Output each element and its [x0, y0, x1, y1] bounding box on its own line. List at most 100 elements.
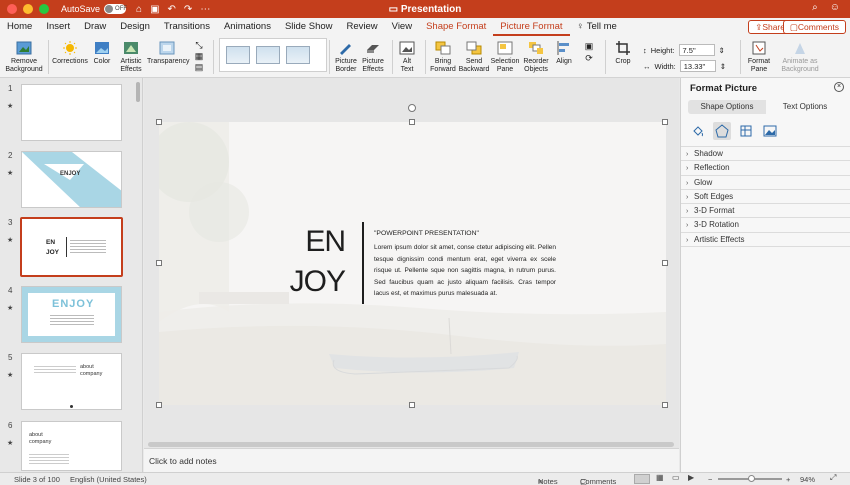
language-indicator[interactable]: English (United States)	[70, 475, 147, 484]
tab-draw[interactable]: Draw	[77, 18, 113, 36]
tab-animations[interactable]: Animations	[217, 18, 278, 36]
section-artistic-effects[interactable]: › Artistic Effects	[681, 233, 850, 248]
slide-4-text-lines	[50, 315, 94, 325]
slide-preview[interactable]: about company	[21, 421, 122, 471]
resize-handle-bottom[interactable]	[409, 402, 415, 408]
format-pane-button[interactable]: Format Pane	[744, 40, 774, 74]
resize-handle-bottom-right[interactable]	[662, 402, 668, 408]
minimize-window-button[interactable]	[23, 4, 33, 14]
current-slide[interactable]: EN JOY "POWERPOINT PRESENTATION" Lorem i…	[159, 122, 666, 405]
slide-preview[interactable]: ENJOY	[21, 286, 122, 343]
slide-body-text[interactable]: Lorem ipsum dolor sit amet, conse ctetur…	[374, 242, 556, 300]
width-input[interactable]: 13.33"	[679, 60, 716, 72]
save-icon[interactable]: ▣	[150, 4, 159, 15]
tab-design[interactable]: Design	[113, 18, 157, 36]
section-reflection[interactable]: › Reflection	[681, 161, 850, 176]
width-stepper[interactable]: ⇕	[720, 62, 726, 71]
align-button[interactable]: Align	[553, 40, 575, 66]
slide-preview[interactable]: ENJOY	[21, 151, 122, 208]
rotate-handle[interactable]	[408, 104, 416, 112]
section-shadow[interactable]: › Shadow	[681, 147, 850, 162]
send-backward-button[interactable]: Send Backward	[458, 40, 490, 74]
zoom-level[interactable]: 94%	[800, 475, 815, 484]
reorder-objects-button[interactable]: Reorder Objects	[520, 40, 552, 74]
zoom-in-button[interactable]: +	[786, 475, 790, 484]
section-3d-rotation[interactable]: › 3-D Rotation	[681, 218, 850, 233]
close-icon[interactable]: ×	[834, 82, 844, 92]
slideshow-view-button[interactable]: ▶	[688, 473, 694, 482]
corrections-button[interactable]: Corrections	[52, 40, 88, 66]
slide-preview-selected[interactable]: EN JOY	[20, 217, 123, 277]
undo-icon[interactable]: ↶	[168, 4, 176, 15]
resize-handle-bottom-left[interactable]	[156, 402, 162, 408]
home-icon[interactable]: ⌂	[136, 4, 142, 15]
resize-handle-top-left[interactable]	[156, 119, 162, 125]
picture-style-3[interactable]	[286, 46, 310, 64]
size-properties-icon[interactable]	[737, 122, 755, 140]
reading-view-button[interactable]: ▭	[672, 473, 680, 482]
horizontal-scrollbar[interactable]	[148, 442, 674, 447]
height-input[interactable]: 7.5"	[678, 44, 715, 56]
transparency-button[interactable]: Transparency	[147, 40, 190, 66]
tab-transitions[interactable]: Transitions	[157, 18, 217, 36]
star-icon: ★	[7, 372, 14, 379]
section-3d-format[interactable]: › 3-D Format	[681, 204, 850, 219]
resize-handle-left[interactable]	[156, 260, 162, 266]
section-soft-edges[interactable]: › Soft Edges	[681, 190, 850, 205]
effects-icon[interactable]	[713, 122, 731, 140]
tab-insert[interactable]: Insert	[39, 18, 77, 36]
remove-background-button[interactable]: Remove Background	[4, 40, 44, 74]
crop-button[interactable]: Crop	[610, 40, 636, 66]
tab-picture-format[interactable]: Picture Format	[493, 18, 570, 36]
tab-shape-options[interactable]: Shape Options	[688, 100, 766, 114]
picture-icon[interactable]	[761, 122, 779, 140]
resize-handle-top[interactable]	[409, 119, 415, 125]
format-pane-label: Format Pane	[747, 58, 771, 73]
slide-6-text-lines	[29, 454, 69, 466]
fill-line-icon[interactable]	[689, 122, 707, 140]
height-stepper[interactable]: ⇕	[719, 46, 725, 55]
bring-forward-button[interactable]: Bring Forward	[428, 40, 458, 74]
animate-as-background-button[interactable]: Animate as Background	[780, 40, 820, 74]
alt-text-button[interactable]: Alt Text	[396, 40, 418, 74]
picture-styles-gallery[interactable]	[219, 38, 327, 72]
compress-pictures-button[interactable]: ⤡ ▦ ▤	[189, 40, 209, 73]
thumbnails-scrollbar[interactable]	[136, 82, 140, 102]
customize-icon[interactable]: ⋯	[200, 4, 210, 15]
account-icon[interactable]: ☺	[830, 2, 840, 13]
autosave-toggle[interactable]: OFF	[104, 4, 127, 14]
slide-preview[interactable]: about company	[21, 353, 122, 410]
tab-review[interactable]: Review	[340, 18, 385, 36]
notes-area[interactable]: Click to add notes	[144, 448, 679, 472]
zoom-out-button[interactable]: −	[708, 475, 712, 484]
resize-handle-right[interactable]	[662, 260, 668, 266]
search-icon[interactable]: ⌕	[812, 2, 818, 13]
normal-view-button[interactable]	[634, 474, 650, 484]
slide-preview[interactable]	[21, 84, 122, 141]
tab-home[interactable]: Home	[0, 18, 39, 36]
fit-slide-icon[interactable]: ⤢	[830, 473, 836, 483]
artistic-effects-button[interactable]: Artistic Effects	[117, 40, 145, 74]
zoom-slider-thumb[interactable]	[748, 475, 755, 482]
slide-sorter-view-button[interactable]: ▦	[656, 473, 664, 482]
comments-button[interactable]: ▢ Comments	[782, 20, 846, 34]
tab-text-options[interactable]: Text Options	[766, 100, 844, 114]
slide-title[interactable]: EN JOY	[285, 222, 346, 302]
selection-pane-button[interactable]: Selection Pane	[490, 40, 520, 74]
tab-view[interactable]: View	[385, 18, 419, 36]
group-rotate-buttons[interactable]: ▣ ⟳	[579, 40, 599, 64]
color-button[interactable]: Color	[90, 40, 114, 66]
close-window-button[interactable]	[7, 4, 17, 14]
picture-style-1[interactable]	[226, 46, 250, 64]
tell-me[interactable]: ♀ Tell me	[570, 18, 624, 36]
resize-handle-top-right[interactable]	[662, 119, 668, 125]
tab-shape-format[interactable]: Shape Format	[419, 18, 493, 36]
section-glow[interactable]: › Glow	[681, 176, 850, 190]
tab-slide-show[interactable]: Slide Show	[278, 18, 340, 36]
picture-border-button[interactable]: Picture Border	[332, 40, 360, 74]
redo-icon[interactable]: ↷	[184, 4, 192, 15]
picture-style-2[interactable]	[256, 46, 280, 64]
zoom-window-button[interactable]	[39, 4, 49, 14]
picture-effects-button[interactable]: Picture Effects	[361, 40, 385, 74]
slide-subtitle[interactable]: "POWERPOINT PRESENTATION"	[374, 230, 479, 237]
